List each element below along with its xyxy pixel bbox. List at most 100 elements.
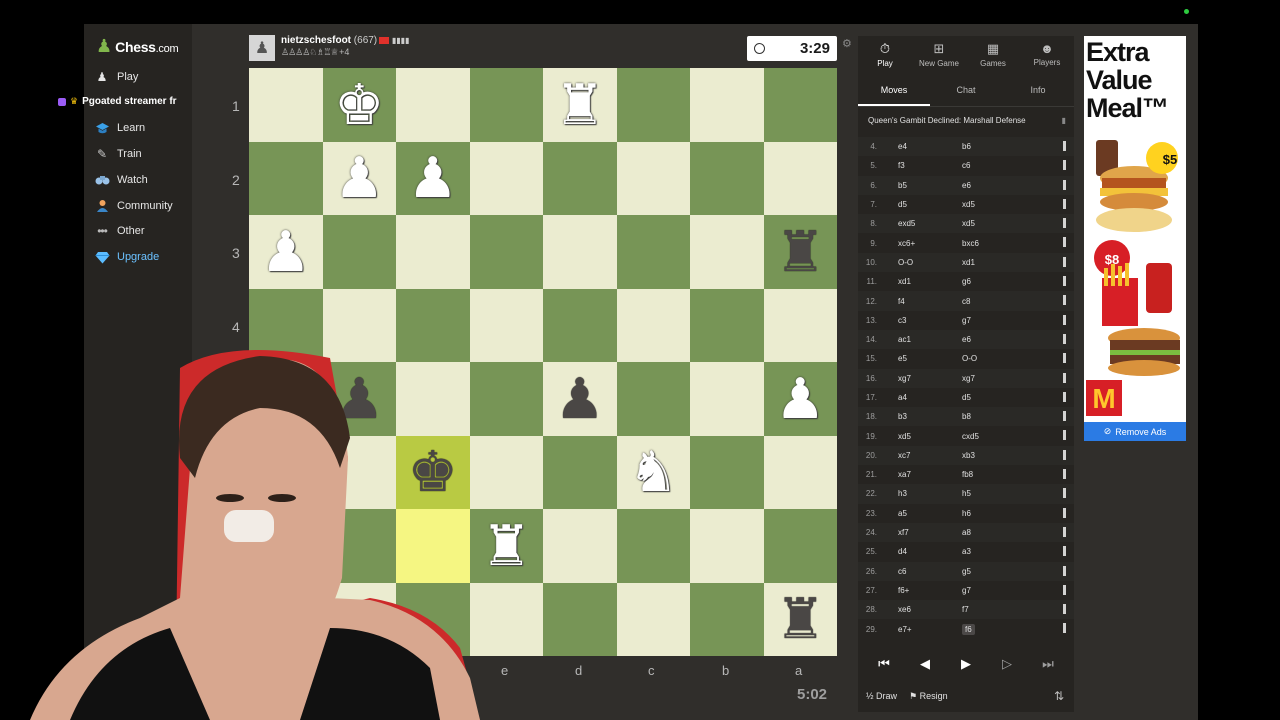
white-pawn-icon[interactable]: ♟ (334, 150, 384, 206)
white-move[interactable]: d4 (898, 547, 907, 556)
board-square[interactable] (690, 509, 764, 583)
board-square[interactable] (616, 288, 690, 362)
white-move[interactable]: xd5 (898, 432, 911, 441)
board-square[interactable] (469, 288, 543, 362)
board-square[interactable] (763, 288, 837, 362)
white-move[interactable]: b3 (898, 412, 907, 421)
white-move[interactable]: xa7 (898, 470, 911, 479)
board-square[interactable] (469, 215, 543, 289)
board-square[interactable] (690, 582, 764, 656)
black-move[interactable]: b6 (962, 142, 971, 151)
white-rook-icon[interactable]: ♜ (481, 517, 531, 574)
black-move[interactable]: b8 (962, 412, 971, 421)
board-square[interactable] (469, 582, 543, 656)
board-square[interactable]: ♞ (616, 435, 690, 509)
board-square[interactable] (763, 68, 837, 142)
black-move[interactable]: fb8 (962, 470, 973, 479)
white-move[interactable]: e4 (898, 142, 907, 151)
white-move[interactable]: f3 (898, 161, 905, 170)
white-move[interactable]: ac1 (898, 335, 911, 344)
board-square[interactable] (543, 288, 617, 362)
opponent-avatar[interactable]: ♟ (249, 35, 275, 61)
white-move[interactable]: a5 (898, 509, 907, 518)
black-move[interactable]: bxc6 (962, 239, 979, 248)
black-move[interactable]: a3 (962, 547, 971, 556)
black-move[interactable]: e6 (962, 335, 971, 344)
board-square[interactable] (543, 509, 617, 583)
black-move[interactable]: e6 (962, 181, 971, 190)
black-move[interactable]: xd5 (962, 219, 975, 228)
white-pawn-icon[interactable]: ♟ (775, 370, 825, 427)
white-move[interactable]: c3 (898, 316, 906, 325)
white-move[interactable]: c6 (898, 567, 906, 576)
white-move[interactable]: d5 (898, 200, 907, 209)
board-square[interactable]: ♜ (763, 215, 837, 289)
next-move-button[interactable]: ▷ (989, 652, 1025, 676)
board-square[interactable] (543, 215, 617, 289)
board-square[interactable]: ♟ (396, 141, 470, 215)
white-rook-icon[interactable]: ♜ (555, 76, 605, 133)
board-square[interactable]: ♟ (322, 141, 396, 215)
board-square[interactable] (690, 362, 764, 436)
subtab-chat[interactable]: Chat (930, 80, 1002, 106)
board-square[interactable]: ♜ (763, 582, 837, 656)
opening-label[interactable]: Queen's Gambit Declined: Marshall Defens… (868, 116, 1026, 125)
opponent-name[interactable]: nietzschesfoot (281, 35, 351, 46)
white-knight-icon[interactable]: ♞ (628, 444, 678, 500)
black-move[interactable]: xd1 (962, 258, 975, 267)
board-square[interactable]: ♟ (543, 362, 617, 436)
board-square[interactable] (249, 68, 323, 142)
play-moves-button[interactable]: ▶ (948, 652, 984, 676)
black-move[interactable]: c6 (962, 161, 970, 170)
tab-players[interactable]: ☻ Players (1020, 36, 1074, 72)
board-square[interactable] (396, 68, 470, 142)
black-move[interactable]: g7 (962, 586, 971, 595)
board-square[interactable] (396, 215, 470, 289)
sidebar-item-other[interactable]: ••• Other (94, 221, 144, 241)
remove-ads-button[interactable]: ⊘ Remove Ads (1084, 422, 1186, 441)
white-move[interactable]: xc6+ (898, 239, 915, 248)
white-move[interactable]: h3 (898, 489, 907, 498)
white-move[interactable]: f6+ (898, 586, 909, 595)
prev-move-button[interactable]: ◀ (907, 652, 943, 676)
black-move[interactable]: g7 (962, 316, 971, 325)
white-move[interactable]: a4 (898, 393, 907, 402)
black-rook-icon[interactable]: ♜ (775, 591, 825, 647)
black-move[interactable]: g6 (962, 277, 971, 286)
black-move[interactable]: h6 (962, 509, 971, 518)
board-square[interactable] (616, 509, 690, 583)
white-move[interactable]: exd5 (898, 219, 915, 228)
white-move[interactable]: xe6 (898, 605, 911, 614)
chess-logo[interactable]: ♟ Chess.com (96, 36, 179, 57)
board-square[interactable] (616, 141, 690, 215)
white-king-icon[interactable]: ♚ (334, 76, 384, 133)
first-move-button[interactable]: ⏮ (866, 652, 902, 676)
black-move[interactable]: O-O (962, 354, 977, 363)
black-move[interactable]: d5 (962, 393, 971, 402)
resign-button[interactable]: ⚑ Resign (909, 691, 948, 702)
board-square[interactable]: ♜ (543, 68, 617, 142)
draw-button[interactable]: ½ Draw (866, 691, 897, 701)
sidebar-item-train[interactable]: ✎ Train (94, 144, 142, 164)
black-move[interactable]: g5 (962, 567, 971, 576)
black-move[interactable]: a8 (962, 528, 971, 537)
white-move[interactable]: xg7 (898, 374, 911, 383)
black-move[interactable]: h5 (962, 489, 971, 498)
tab-play[interactable]: ⏱ Play (858, 36, 912, 72)
white-pawn-icon[interactable]: ♟ (261, 223, 311, 280)
gear-icon[interactable]: ⚙ (842, 37, 852, 50)
board-square[interactable] (543, 141, 617, 215)
board-square[interactable] (469, 68, 543, 142)
board-square[interactable] (543, 435, 617, 509)
tab-games[interactable]: ▦ Games (966, 36, 1020, 72)
board-square[interactable] (763, 435, 837, 509)
board-square[interactable]: ♟ (249, 215, 323, 289)
book-icon[interactable]: ▮ (1062, 116, 1066, 125)
move-list[interactable]: 4. e4 b6 5. f3 c6 6. b5 e6 7. d5 xd5 8. exd5 xd5 9. xc6+… (858, 137, 1074, 639)
black-move[interactable]: xb3 (962, 451, 975, 460)
black-move[interactable]: xd5 (962, 200, 975, 209)
board-square[interactable] (616, 362, 690, 436)
white-move[interactable]: e5 (898, 354, 907, 363)
board-square[interactable] (616, 582, 690, 656)
black-move[interactable]: f7 (962, 605, 969, 614)
